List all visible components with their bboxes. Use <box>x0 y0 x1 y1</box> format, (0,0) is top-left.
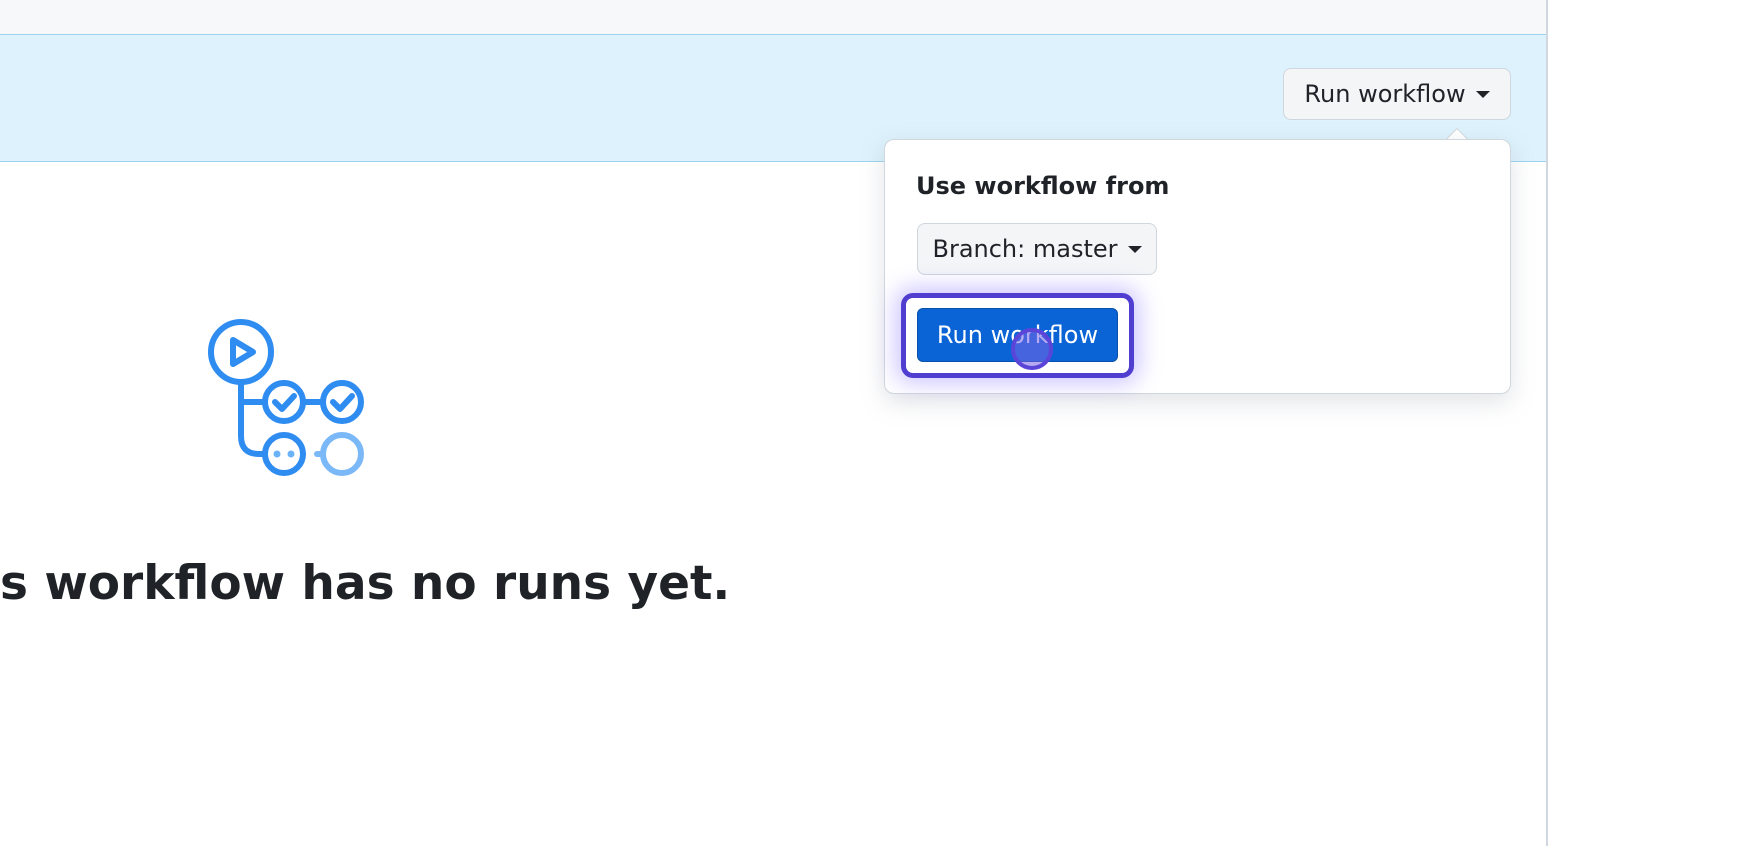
popover-arrow <box>1444 126 1470 140</box>
branch-label: Branch: master <box>932 235 1118 263</box>
caret-down-icon <box>1127 245 1142 253</box>
right-edge-panel <box>1546 0 1754 846</box>
workflow-graph-icon <box>208 319 364 476</box>
run-workflow-dropdown-button[interactable]: Run workflow <box>1283 68 1511 120</box>
run-workflow-submit-button[interactable]: Run workflow <box>917 308 1118 362</box>
caret-down-icon <box>1475 90 1490 98</box>
run-workflow-label: Run workflow <box>1304 80 1466 108</box>
top-bar <box>0 0 1546 35</box>
run-workflow-submit-label: Run workflow <box>936 321 1099 349</box>
branch-select-button[interactable]: Branch: master <box>917 223 1157 275</box>
popover-title: Use workflow from <box>916 172 1170 200</box>
empty-state-title: s workflow has no runs yet. <box>0 556 731 611</box>
